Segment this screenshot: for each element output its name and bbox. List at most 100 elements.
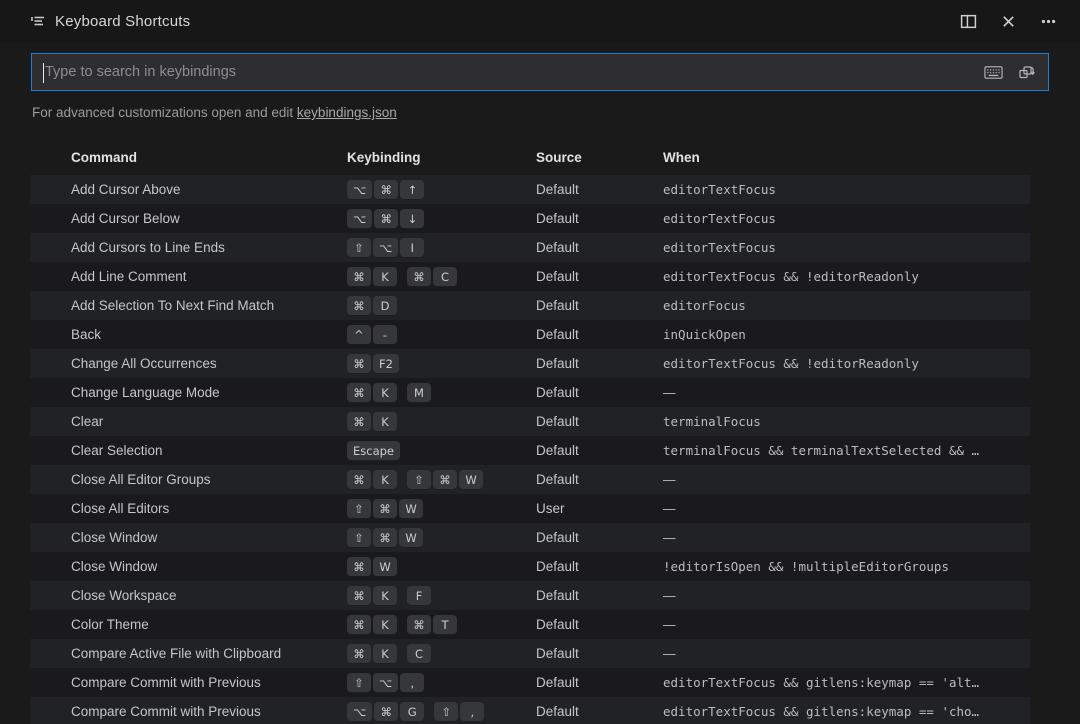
keybinding-cell: ⌘KM — [347, 383, 536, 403]
when-cell: editorTextFocus && gitlens:keymap == 'al… — [663, 675, 1030, 690]
table-row[interactable]: Compare Commit with Previous⇧⌥,Defaulted… — [30, 668, 1030, 697]
keybinding-cell: ⌥⌘↓ — [347, 209, 536, 229]
keybindings-json-link[interactable]: keybindings.json — [297, 105, 397, 120]
command-cell: Add Cursor Above — [71, 182, 347, 197]
key-chip: ⌘ — [374, 209, 398, 229]
command-cell: Compare Active File with Clipboard — [71, 646, 347, 661]
key-chip: - — [373, 325, 397, 345]
table-row[interactable]: Clear SelectionEscapeDefaultterminalFocu… — [30, 436, 1030, 465]
key-chord: ⌘C — [407, 267, 459, 287]
close-icon[interactable] — [994, 7, 1022, 35]
key-chip: ⌘ — [347, 470, 371, 490]
when-cell: !editorIsOpen && !multipleEditorGroups — [663, 559, 1030, 574]
command-cell: Close Workspace — [71, 588, 347, 603]
search-input[interactable] — [32, 54, 980, 90]
source-cell: Default — [536, 675, 663, 690]
key-chip: , — [400, 673, 424, 693]
when-cell: terminalFocus — [663, 414, 1030, 429]
when-cell: — — [663, 473, 1030, 487]
key-chip: ⌥ — [373, 238, 398, 258]
column-header-keybinding[interactable]: Keybinding — [347, 150, 536, 165]
table-row[interactable]: Back^-DefaultinQuickOpen — [30, 320, 1030, 349]
key-chip: , — [460, 702, 484, 722]
keybinding-cell: ⇧⌥I — [347, 238, 536, 258]
source-cell: Default — [536, 182, 663, 197]
column-header-when[interactable]: When — [663, 150, 1030, 165]
key-chip: Escape — [347, 441, 400, 461]
command-cell: Compare Commit with Previous — [71, 704, 347, 719]
table-row[interactable]: Compare Active File with Clipboard⌘KCDef… — [30, 639, 1030, 668]
key-chip: ⌘ — [374, 180, 398, 200]
key-chip: K — [373, 267, 397, 287]
table-row[interactable]: Add Cursor Above⌥⌘↑DefaulteditorTextFocu… — [30, 175, 1030, 204]
key-chip: ⌘ — [347, 412, 371, 432]
key-chip: C — [433, 267, 457, 287]
command-cell: Color Theme — [71, 617, 347, 632]
key-chip: ⇧ — [434, 702, 458, 722]
table-row[interactable]: Close All Editor Groups⌘K⇧⌘WDefault— — [30, 465, 1030, 494]
key-chip: K — [373, 412, 397, 432]
table-row[interactable]: Change Language Mode⌘KMDefault— — [30, 378, 1030, 407]
source-cell: Default — [536, 646, 663, 661]
column-header-command[interactable]: Command — [71, 150, 347, 165]
command-cell: Close All Editors — [71, 501, 347, 516]
key-chip: ↓ — [400, 209, 424, 229]
key-chip: ⌘ — [347, 586, 371, 606]
keybinding-cell: ⇧⌘W — [347, 499, 536, 519]
key-chip: ^ — [347, 325, 371, 345]
source-cell: Default — [536, 356, 663, 371]
key-chord: ⌘F2 — [347, 354, 401, 374]
more-actions-icon[interactable] — [1034, 7, 1062, 35]
key-chip: W — [399, 528, 423, 548]
page-title: Keyboard Shortcuts — [55, 13, 190, 30]
key-chip: D — [373, 296, 397, 316]
command-cell: Close Window — [71, 530, 347, 545]
key-chord: ⌘D — [347, 296, 399, 316]
key-chord: ⇧, — [434, 702, 486, 722]
split-editor-icon[interactable] — [954, 7, 982, 35]
table-row[interactable]: Compare Commit with Previous⌥⌘G⇧,Default… — [30, 697, 1030, 724]
table-row[interactable]: Clear⌘KDefaultterminalFocus — [30, 407, 1030, 436]
table-row[interactable]: Change All Occurrences⌘F2DefaulteditorTe… — [30, 349, 1030, 378]
source-cell: Default — [536, 298, 663, 313]
keybinding-cell: ⌘K — [347, 412, 536, 432]
command-cell: Clear Selection — [71, 443, 347, 458]
key-chip: ⇧ — [407, 470, 431, 490]
table-row[interactable]: Add Cursors to Line Ends⇧⌥IDefaulteditor… — [30, 233, 1030, 262]
table-row[interactable]: Add Line Comment⌘K⌘CDefaulteditorTextFoc… — [30, 262, 1030, 291]
key-chord: C — [407, 644, 433, 664]
key-chord: ⇧⌘W — [407, 470, 485, 490]
source-cell: Default — [536, 414, 663, 429]
key-chord: M — [407, 383, 433, 403]
table-row[interactable]: Close All Editors⇧⌘WUser— — [30, 494, 1030, 523]
source-cell: Default — [536, 472, 663, 487]
table-row[interactable]: Add Cursor Below⌥⌘↓DefaulteditorTextFocu… — [30, 204, 1030, 233]
table-row[interactable]: Close Window⇧⌘WDefault— — [30, 523, 1030, 552]
sort-by-precedence-icon[interactable] — [1014, 59, 1040, 85]
key-chip: K — [373, 644, 397, 664]
table-row[interactable]: Close Workspace⌘KFDefault— — [30, 581, 1030, 610]
editor-title-bar: Keyboard Shortcuts — [0, 0, 1080, 42]
key-chord: ⌘K — [347, 470, 399, 490]
when-cell: editorTextFocus — [663, 240, 1030, 255]
key-chip: ⌘ — [347, 296, 371, 316]
command-cell: Add Cursors to Line Ends — [71, 240, 347, 255]
when-cell: editorFocus — [663, 298, 1030, 313]
when-cell: editorTextFocus && !editorReadonly — [663, 269, 1030, 284]
key-chip: ⌘ — [347, 267, 371, 287]
key-chip: K — [373, 586, 397, 606]
column-header-source[interactable]: Source — [536, 150, 663, 165]
keybinding-cell: ⌘F2 — [347, 354, 536, 374]
keybinding-cell: ⌥⌘↑ — [347, 180, 536, 200]
key-chip: ⌥ — [347, 209, 372, 229]
key-chip: W — [373, 557, 397, 577]
table-row[interactable]: Color Theme⌘K⌘TDefault— — [30, 610, 1030, 639]
when-cell: — — [663, 618, 1030, 632]
key-chip: W — [459, 470, 483, 490]
table-row[interactable]: Add Selection To Next Find Match⌘DDefaul… — [30, 291, 1030, 320]
key-chord: ⌘K — [347, 586, 399, 606]
source-cell: Default — [536, 269, 663, 284]
table-row[interactable]: Close Window⌘WDefault!editorIsOpen && !m… — [30, 552, 1030, 581]
record-keys-keyboard-icon[interactable] — [980, 59, 1006, 85]
keybinding-cell: ⌘KC — [347, 644, 536, 664]
